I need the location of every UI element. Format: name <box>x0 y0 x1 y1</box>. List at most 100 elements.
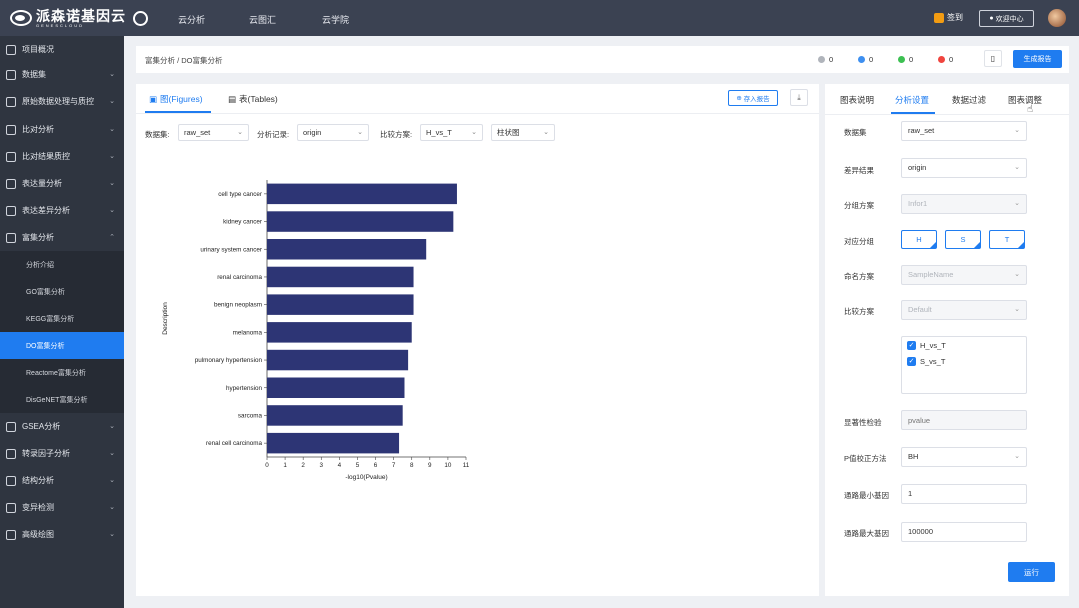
sidebar-item-advanced-plot[interactable]: 高级绘图 ⌄ <box>0 521 124 548</box>
max-genes-input[interactable]: 100000 <box>901 522 1027 542</box>
chevron-down-icon: ⌄ <box>109 450 115 457</box>
sidebar-sub-do[interactable]: DO富集分析 <box>0 332 124 359</box>
add-to-report-button[interactable]: ⊕ 存入报告 <box>728 90 778 106</box>
logo[interactable]: 派森诺基因云 GENESCLOUD <box>10 8 148 28</box>
record-filter-label: 分析记录: <box>257 130 290 139</box>
sidebar-sub-reactome[interactable]: Reactome富集分析 <box>0 359 124 386</box>
gsea-icon <box>6 421 16 432</box>
user-center-button[interactable]: ● 欢迎中心 <box>979 10 1034 27</box>
sidebar-item-enrichment[interactable]: 富集分析 ⌃ <box>0 224 124 251</box>
y-tick-label: sarcoma <box>238 412 263 419</box>
status-failed[interactable]: 0 <box>938 55 953 64</box>
min-genes-input[interactable]: 1 <box>901 484 1027 504</box>
breadcrumb[interactable]: 富集分析 / DO富集分析 <box>145 55 223 66</box>
qc-icon <box>6 96 16 107</box>
generate-report-button[interactable]: 生成报告 <box>1013 50 1062 68</box>
compare-scheme-select[interactable]: Default ⌄ <box>901 300 1027 320</box>
tab-tables[interactable]: ▤ 表(Tables) <box>228 93 278 105</box>
dataset-select[interactable]: raw_set ⌄ <box>901 121 1027 141</box>
diff-result-select[interactable]: origin ⌄ <box>901 158 1027 178</box>
avatar[interactable] <box>1048 9 1066 27</box>
sidebar-sub-intro[interactable]: 分析介绍 <box>0 251 124 278</box>
chevron-down-icon: ⌄ <box>1014 306 1020 313</box>
sidebar-item-diff-expression[interactable]: 表达差异分析 ⌄ <box>0 197 124 224</box>
group-button-h[interactable]: H <box>901 230 937 249</box>
padj-method-select[interactable]: BH ⌄ <box>901 447 1027 467</box>
chevron-down-icon: ⌄ <box>109 477 115 484</box>
document-icon[interactable]: ▯ <box>984 50 1002 67</box>
align-qc-icon <box>6 151 16 162</box>
diff-result-label: 差异结果 <box>844 166 874 175</box>
sidebar-item-raw-qc[interactable]: 原始数据处理与质控 ⌄ <box>0 88 124 115</box>
sidebar-item-structure[interactable]: 结构分析 ⌄ <box>0 467 124 494</box>
x-tick-label: 3 <box>320 462 324 469</box>
tab-figures[interactable]: ▣ 图(Figures) <box>149 93 203 105</box>
dataset-filter-select[interactable]: raw_set ⌄ <box>178 124 249 141</box>
min-genes-label: 通路最小基因 <box>844 491 889 500</box>
chevron-down-icon: ⌄ <box>109 98 115 105</box>
group-button-t[interactable]: T <box>989 230 1025 249</box>
status-pending[interactable]: 0 <box>818 55 833 64</box>
compare-filter-select[interactable]: H_vs_T ⌄ <box>420 124 483 141</box>
sidebar-item-alignment[interactable]: 比对分析 ⌄ <box>0 116 124 143</box>
status-dot <box>858 56 865 63</box>
significance-input[interactable] <box>901 410 1027 430</box>
nav-cloud-analysis[interactable]: 云分析 <box>178 13 205 26</box>
compare-option-s-vs-t[interactable]: ✓ S_vs_T <box>907 357 945 366</box>
group-scheme-select[interactable]: Infor1 ⌄ <box>901 194 1027 214</box>
sidebar-item-variant[interactable]: 变异检测 ⌄ <box>0 494 124 521</box>
download-icon[interactable]: ⤓ <box>790 89 808 106</box>
nav-cloud-academy[interactable]: 云学院 <box>322 13 349 26</box>
chevron-down-icon: ⌄ <box>109 531 115 538</box>
x-tick-label: 4 <box>338 462 342 469</box>
top-bar: 派森诺基因云 GENESCLOUD 云分析 云图汇 云学院 签到 ● 欢迎中心 <box>0 0 1079 36</box>
plot-icon <box>6 529 16 540</box>
tab-data-filter[interactable]: 数据过滤 <box>952 94 986 106</box>
sidebar-item-project-overview[interactable]: 项目概况 <box>0 36 124 63</box>
sidebar-item-alignment-qc[interactable]: 比对结果质控 ⌄ <box>0 143 124 170</box>
nav-cloud-charts[interactable]: 云图汇 <box>249 13 276 26</box>
bar <box>267 405 403 426</box>
group-label: 对应分组 <box>844 237 874 246</box>
compare-option-h-vs-t[interactable]: ✓ H_vs_T <box>907 341 946 350</box>
chevron-up-icon: ⌃ <box>109 234 115 241</box>
dataset-icon <box>6 69 16 80</box>
sidebar-item-expression[interactable]: 表达量分析 ⌄ <box>0 170 124 197</box>
signin-button[interactable]: 签到 <box>934 12 963 23</box>
sidebar-item-dataset[interactable]: 数据集 ⌄ <box>0 61 124 88</box>
record-filter-select[interactable]: origin ⌄ <box>297 124 369 141</box>
breadcrumb-bar: 富集分析 / DO富集分析 0 0 0 0 ▯ 生成报告 <box>136 46 1069 73</box>
naming-scheme-select[interactable]: SampleName ⌄ <box>901 265 1027 285</box>
checkbox-checked-icon[interactable]: ✓ <box>907 357 916 366</box>
x-tick-label: 9 <box>428 462 432 469</box>
structure-icon <box>6 475 16 486</box>
tab-chart-description[interactable]: 图表说明 <box>840 94 874 106</box>
chart-type-select[interactable]: 柱状图 ⌄ <box>491 124 555 141</box>
status-success[interactable]: 0 <box>898 55 913 64</box>
group-scheme-label: 分组方案 <box>844 201 874 210</box>
run-button[interactable]: 运行 <box>1008 562 1055 582</box>
chevron-down-icon: ⌄ <box>1014 271 1020 278</box>
sidebar-sub-disgenet[interactable]: DisGeNET富集分析 <box>0 386 124 413</box>
sidebar-sub-kegg[interactable]: KEGG富集分析 <box>0 305 124 332</box>
chevron-down-icon: ⌄ <box>543 129 549 136</box>
dataset-filter-label: 数据集: <box>145 130 170 139</box>
group-button-s[interactable]: S <box>945 230 981 249</box>
chevron-down-icon: ⌄ <box>109 504 115 511</box>
sidebar-item-gsea[interactable]: GSEA分析 ⌄ <box>0 413 124 440</box>
x-axis-label: -log10(Pvalue) <box>345 474 387 481</box>
x-tick-label: 0 <box>265 462 269 469</box>
y-axis-label: Description <box>162 302 169 335</box>
checkbox-checked-icon[interactable]: ✓ <box>907 341 916 350</box>
user-icon: ● <box>989 15 994 22</box>
image-icon: ▣ <box>149 93 158 104</box>
status-running[interactable]: 0 <box>858 55 873 64</box>
tab-chart-adjust[interactable]: 图表调整 <box>1008 94 1042 106</box>
tab-analysis-settings[interactable]: 分析设置 <box>895 94 929 106</box>
cursor-icon: ☝ <box>1027 104 1034 115</box>
bar <box>267 239 427 260</box>
x-tick-label: 7 <box>392 462 396 469</box>
sidebar-item-tf[interactable]: 转录因子分析 ⌄ <box>0 440 124 467</box>
sidebar-sub-go[interactable]: GO富集分析 <box>0 278 124 305</box>
naming-scheme-label: 命名方案 <box>844 272 874 281</box>
